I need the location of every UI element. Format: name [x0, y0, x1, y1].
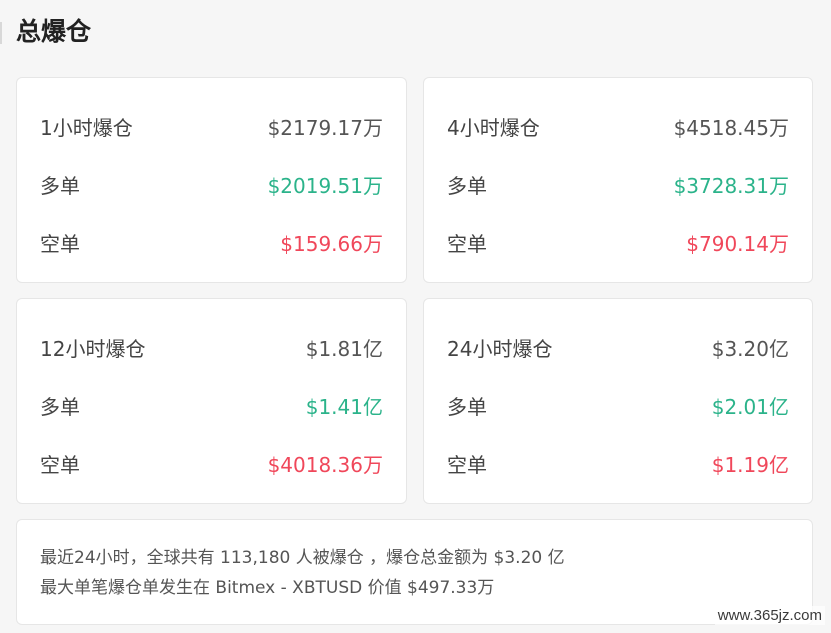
card-12h: 12小时爆仓 $1.81亿 多单 $1.41亿 空单 $4018.36万 — [16, 298, 407, 504]
page-title: 总爆仓 — [16, 17, 92, 46]
short-label: 空单 — [447, 231, 487, 256]
total-value: $4518.45万 — [673, 115, 789, 140]
total-row: 4小时爆仓 $4518.45万 — [447, 111, 789, 141]
period-label: 24小时爆仓 — [447, 336, 553, 361]
summary-total-line: 最近24小时，全球共有 113,180 人被爆仓 ，爆仓总金额为 $3.20 亿 — [40, 548, 565, 568]
short-label: 空单 — [447, 452, 487, 477]
short-row: 空单 $4018.36万 — [40, 448, 383, 478]
short-row: 空单 $790.14万 — [447, 227, 789, 257]
liquidation-page: 总爆仓 1小时爆仓 $2179.17万 多单 $2019.51万 空单 $159… — [0, 0, 831, 633]
short-value: $159.66万 — [280, 231, 383, 256]
long-label: 多单 — [40, 173, 80, 198]
long-row: 多单 $3728.31万 — [447, 169, 789, 199]
long-label: 多单 — [447, 173, 487, 198]
card-4h: 4小时爆仓 $4518.45万 多单 $3728.31万 空单 $790.14万 — [423, 77, 813, 283]
total-value: $3.20亿 — [711, 336, 789, 361]
left-divider — [0, 22, 2, 44]
total-row: 12小时爆仓 $1.81亿 — [40, 332, 383, 362]
long-value: $2.01亿 — [711, 394, 789, 419]
long-row: 多单 $2019.51万 — [40, 169, 383, 199]
total-row: 1小时爆仓 $2179.17万 — [40, 111, 383, 141]
total-value: $1.81亿 — [305, 336, 383, 361]
short-value: $1.19亿 — [711, 452, 789, 477]
card-1h: 1小时爆仓 $2179.17万 多单 $2019.51万 空单 $159.66万 — [16, 77, 407, 283]
short-row: 空单 $159.66万 — [40, 227, 383, 257]
short-value: $790.14万 — [686, 231, 789, 256]
period-label: 1小时爆仓 — [40, 115, 133, 140]
short-label: 空单 — [40, 452, 80, 477]
long-value: $3728.31万 — [673, 173, 789, 198]
long-value: $2019.51万 — [267, 173, 383, 198]
watermark: www.365jz.com — [714, 606, 825, 625]
period-label: 4小时爆仓 — [447, 115, 540, 140]
short-value: $4018.36万 — [267, 452, 383, 477]
period-label: 12小时爆仓 — [40, 336, 146, 361]
short-row: 空单 $1.19亿 — [447, 448, 789, 478]
total-row: 24小时爆仓 $3.20亿 — [447, 332, 789, 362]
card-24h: 24小时爆仓 $3.20亿 多单 $2.01亿 空单 $1.19亿 — [423, 298, 813, 504]
short-label: 空单 — [40, 231, 80, 256]
long-row: 多单 $1.41亿 — [40, 390, 383, 420]
summary-largest-line: 最大单笔爆仓单发生在 Bitmex - XBTUSD 价值 $497.33万 — [40, 578, 495, 598]
long-label: 多单 — [447, 394, 487, 419]
long-label: 多单 — [40, 394, 80, 419]
long-value: $1.41亿 — [305, 394, 383, 419]
total-value: $2179.17万 — [267, 115, 383, 140]
summary-box: 最近24小时，全球共有 113,180 人被爆仓 ，爆仓总金额为 $3.20 亿… — [16, 519, 813, 625]
long-row: 多单 $2.01亿 — [447, 390, 789, 420]
